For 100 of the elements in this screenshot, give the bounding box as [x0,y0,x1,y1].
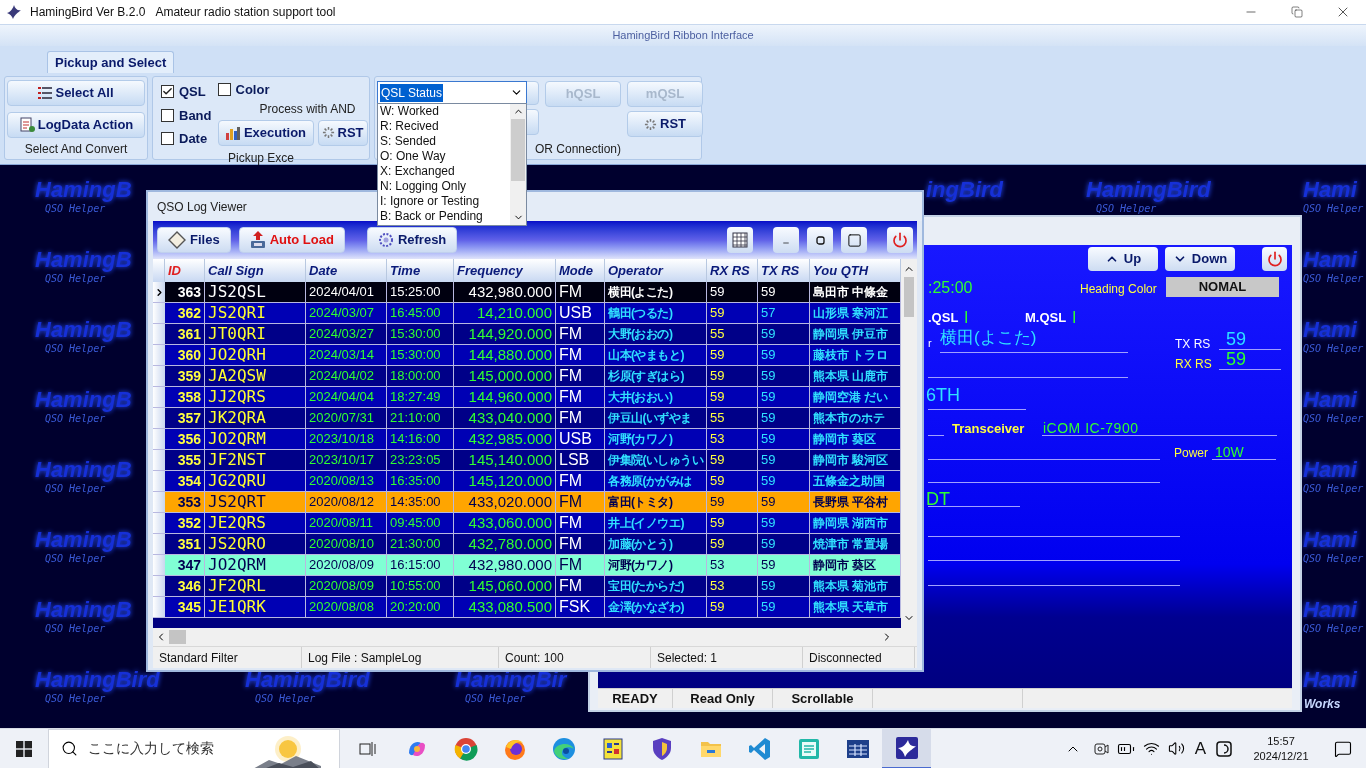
ribbon-tab[interactable]: Pickup and Select [47,51,175,73]
horizontal-scrollbar[interactable] [153,628,917,646]
table-row[interactable]: 346 JF2QRL 2020/08/09 10:55:00 145,060.000 FM 宝田(たからだ) 53 59 熊本県 菊池市 [153,576,901,597]
vertical-scrollbar[interactable] [901,259,917,628]
field-value: 59 [1226,328,1247,351]
clock[interactable]: 15:57 2024/12/21 [1242,733,1320,764]
field-value: DT [926,488,950,511]
maximize-button[interactable] [841,227,867,253]
table-row[interactable]: 357 JK2QRA 2020/07/31 21:10:00 433,040.000 FM 伊豆山(いずやま 55 59 熊本市のホテ [153,408,901,429]
heading-color-box[interactable]: NOMAL [1166,277,1279,297]
table-row[interactable]: 345 JE1QRK 2020/08/08 20:20:00 433,080.500 FSK 金澤(かなざわ) 59 59 熊本県 天草市 [153,597,901,618]
wallpaper-logo: ingBird [926,177,1003,203]
table-row[interactable]: 353 JS2QRT 2020/08/12 14:35:00 433,020.000 FM 富田(トミタ) 59 59 長野県 平谷村 [153,492,901,513]
field-label: Transceiver [952,420,1025,438]
wave-icon[interactable] [551,736,576,761]
grid-button[interactable] [727,227,753,253]
code-icon[interactable] [747,736,772,761]
dropdown-option[interactable]: B: Back or Pending [380,209,510,224]
table-cell: 345 [165,597,205,618]
table-row[interactable]: 361 JT0QRI 2024/03/27 15:30:00 144,920.000 FM 大野(おおの) 55 59 静岡県 伊豆市 [153,324,901,345]
wallpaper-logo: Hami [1303,457,1357,483]
dropdown-option[interactable]: S: Sended [380,134,510,149]
field-label: TX RS [1175,336,1211,353]
scroll-thumb[interactable] [169,630,186,644]
field-value: 59 [1226,348,1247,371]
toolbar-button[interactable]: Auto Load [238,227,345,253]
wallpaper-tagline: QSO Helper [45,343,106,355]
status-combo[interactable]: QSL Status [377,81,527,104]
camera-icon[interactable] [1092,740,1109,757]
dropdown-option[interactable]: O: One Way [380,149,510,164]
list-scrollbar[interactable] [510,104,526,225]
wallpaper-tagline: QSO Helper [255,693,316,705]
table-row[interactable]: 362 JS2QRI 2024/03/07 16:45:00 14,210.000 USB 鶴田(つるた) 59 57 山形県 寒河江 [153,303,901,324]
volume-icon[interactable] [1167,740,1185,757]
ribbon-button[interactable]: RST [627,111,703,137]
table-row[interactable]: 356 JO2QRM 2023/10/18 14:16:00 432,985.000 USB 河野(カワノ) 53 59 静岡市 葵区 [153,429,901,450]
table-row[interactable]: 351 JS2QRO 2020/08/10 21:30:00 432,780.000 FM 加藤(かとう) 59 59 焼津市 常置場 [153,534,901,555]
wifi-icon[interactable] [1142,740,1160,757]
wallpaper-tagline: QSO Helper [1303,203,1364,215]
checkbox[interactable]: Color [217,80,368,100]
power-button[interactable] [887,227,913,253]
dropdown-option[interactable]: X: Exchanged [380,164,510,179]
minimize-button[interactable] [773,227,799,253]
table-row[interactable]: 354 JG2QRU 2020/08/13 16:35:00 145,120.000 FM 各務原(かがみは 59 59 五條金之助国 [153,471,901,492]
toolbar-button[interactable]: Refresh [366,227,458,253]
notification-icon[interactable] [1334,739,1352,758]
wallpaper-logo: HamingB [35,457,132,483]
checkbox[interactable]: QSL [161,82,212,102]
spinner-icon [644,117,657,131]
wallpaper-logo: HamingB [35,247,132,273]
down-button[interactable]: Down [1165,247,1235,271]
spinner-icon [377,232,394,248]
ribbon-button[interactable]: Select All [7,80,145,106]
board-icon[interactable] [600,736,625,761]
bird-icon[interactable] [894,735,919,760]
toolbar-button[interactable]: Files [157,227,231,253]
status-text: Count: 100 [499,647,651,668]
wheel-icon[interactable] [453,736,478,761]
dropdown-option[interactable]: R: Recived [380,119,510,134]
power-button[interactable] [1262,247,1287,271]
list-icon [38,85,53,101]
minimize-icon [782,239,790,247]
restore-button[interactable] [807,227,833,253]
table-row[interactable]: 347 JO2QRM 2020/08/09 16:15:00 432,980.000 FM 河野(カワノ) 53 59 静岡市 葵区 [153,555,901,576]
ribbon-button[interactable]: LogData Action [7,112,145,138]
checkbox[interactable]: Band [161,105,212,125]
wallpaper-logo: Hami [1303,317,1357,343]
dropdown-option[interactable]: N: Logging Only [380,179,510,194]
dropdown-option[interactable]: W: Worked [380,104,510,119]
table-row[interactable]: 352 JE2QRS 2020/08/11 09:45:00 433,060.000 FM 井上(イノウエ) 59 59 静岡県 湖西市 [153,513,901,534]
wallpaper-tagline: QSO Helper [1096,203,1157,215]
wallpaper-logo: HamingB [35,527,132,553]
time-text: :25:00 [928,278,973,298]
wallpaper-logo: HamingBir [455,667,567,693]
table-row[interactable]: 363 JS2QSL 2024/04/01 15:25:00 432,980.000 FM 横田(よこた) 59 59 島田市 中條金 [153,282,901,303]
wallpaper-logo: HamingBird [245,667,370,693]
notes-icon[interactable] [796,736,821,761]
dropdown-option[interactable]: I: Ignore or Testing [380,194,510,209]
status-text: Scrollable [773,689,873,708]
table-row[interactable]: 355 JF2NST 2023/10/17 23:23:05 145,140.000 LSB 伊集院(いしゅうい 59 59 静岡市 駿河区 [153,450,901,471]
taskbar-app[interactable] [882,728,931,768]
power-icon [1266,251,1283,267]
wallpaper-logo: HamingB [35,387,132,413]
table-row[interactable]: 359 JA2QSW 2024/04/02 18:00:00 145,000.000 FM 杉原(すぎはら) 59 59 熊本県 山鹿市 [153,366,901,387]
status-text: Selected: 1 [651,647,803,668]
table-row[interactable]: 358 JJ2QRS 2024/04/04 18:27:49 144,960.000 FM 大井(おおい) 59 59 静岡空港 だい [153,387,901,408]
scroll-thumb[interactable] [511,119,525,181]
checkbox[interactable]: Date [161,129,212,149]
ribbon-button[interactable]: Execution [217,119,314,146]
search-field[interactable]: ここに入力して検索 [48,728,340,768]
ime-indicator[interactable]: A [1194,735,1206,762]
ribbon-button[interactable]: RST [317,119,368,146]
row-header[interactable] [153,282,165,303]
table-row[interactable]: 360 JO2QRH 2024/03/14 15:30:00 144,880.000 FM 山本(やまもと) 59 59 藤枝市 トラロ [153,345,901,366]
ime-icon[interactable] [1216,740,1232,757]
up-button[interactable]: Up [1088,247,1158,271]
scroll-thumb[interactable] [904,277,914,317]
windows-icon [16,740,32,757]
field-label: M.QSL [1025,309,1067,327]
ribbon-title: HamingBird Ribbon Interface [612,28,754,44]
